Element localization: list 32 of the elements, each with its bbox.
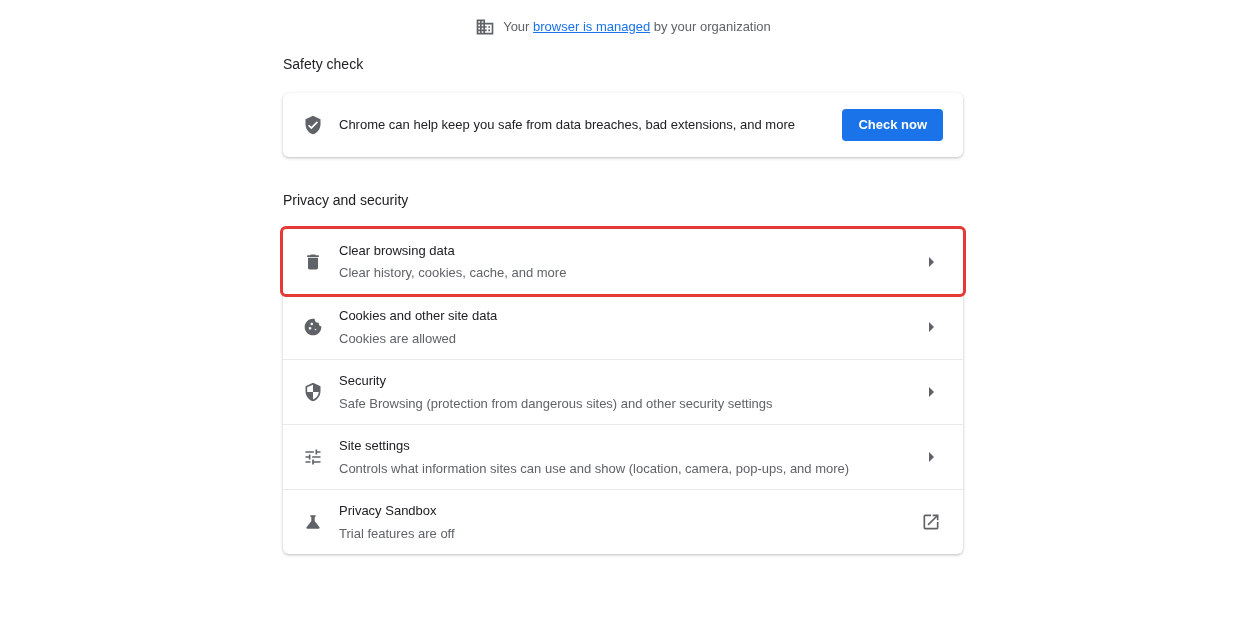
settings-row[interactable]: Clear browsing data Clear history, cookies, cache, and more <box>283 229 963 294</box>
caret-icon <box>928 322 934 332</box>
row-subtitle: Trial features are off <box>339 524 456 543</box>
settings-row[interactable]: Security Safe Browsing (protection from dangerous sites) and other security settings <box>283 359 963 424</box>
caret-icon <box>928 452 934 462</box>
shield-icon <box>303 382 323 402</box>
row-subtitle: Clear history, cookies, cache, and more <box>339 264 568 282</box>
cookie-icon <box>303 317 323 337</box>
caret-icon <box>928 387 934 397</box>
managed-link[interactable]: browser is managed <box>533 19 651 35</box>
settings-row[interactable]: Cookies and other site data Cookies are allowed <box>283 294 963 359</box>
row-subtitle: Cookies are allowed <box>339 329 458 348</box>
safety-check-description: Chrome can help keep you safe from data breaches, bad extensions, and more <box>339 116 796 135</box>
flask-icon <box>303 512 323 532</box>
settings-row[interactable]: Site settings Controls what information sites can use and show (location, camera, pop-ups, and more) <box>283 424 963 489</box>
caret-icon <box>928 256 934 267</box>
row-title: Clear browsing data <box>339 241 456 260</box>
row-title: Cookies and other site data <box>339 307 499 325</box>
building-icon <box>475 17 496 37</box>
check-now-button[interactable]: Check now <box>842 109 943 141</box>
row-title: Privacy Sandbox <box>339 502 438 520</box>
section-heading: Safety check <box>283 55 365 74</box>
row-subtitle: Controls what information sites can use and show (location, camera, pop-ups, and more) <box>339 459 851 478</box>
settings-row[interactable]: Privacy Sandbox Trial features are off <box>283 489 963 554</box>
external-link-icon <box>921 512 941 532</box>
managed-notice: Your browser is managed by your organization <box>503 18 771 37</box>
row-subtitle: Safe Browsing (protection from dangerous sites) and other security settings <box>339 394 774 413</box>
section-heading: Privacy and security <box>283 191 410 210</box>
row-title: Security <box>339 372 387 390</box>
sliders-icon <box>303 447 323 467</box>
shield-check-icon <box>303 115 323 135</box>
row-title: Site settings <box>339 437 411 455</box>
